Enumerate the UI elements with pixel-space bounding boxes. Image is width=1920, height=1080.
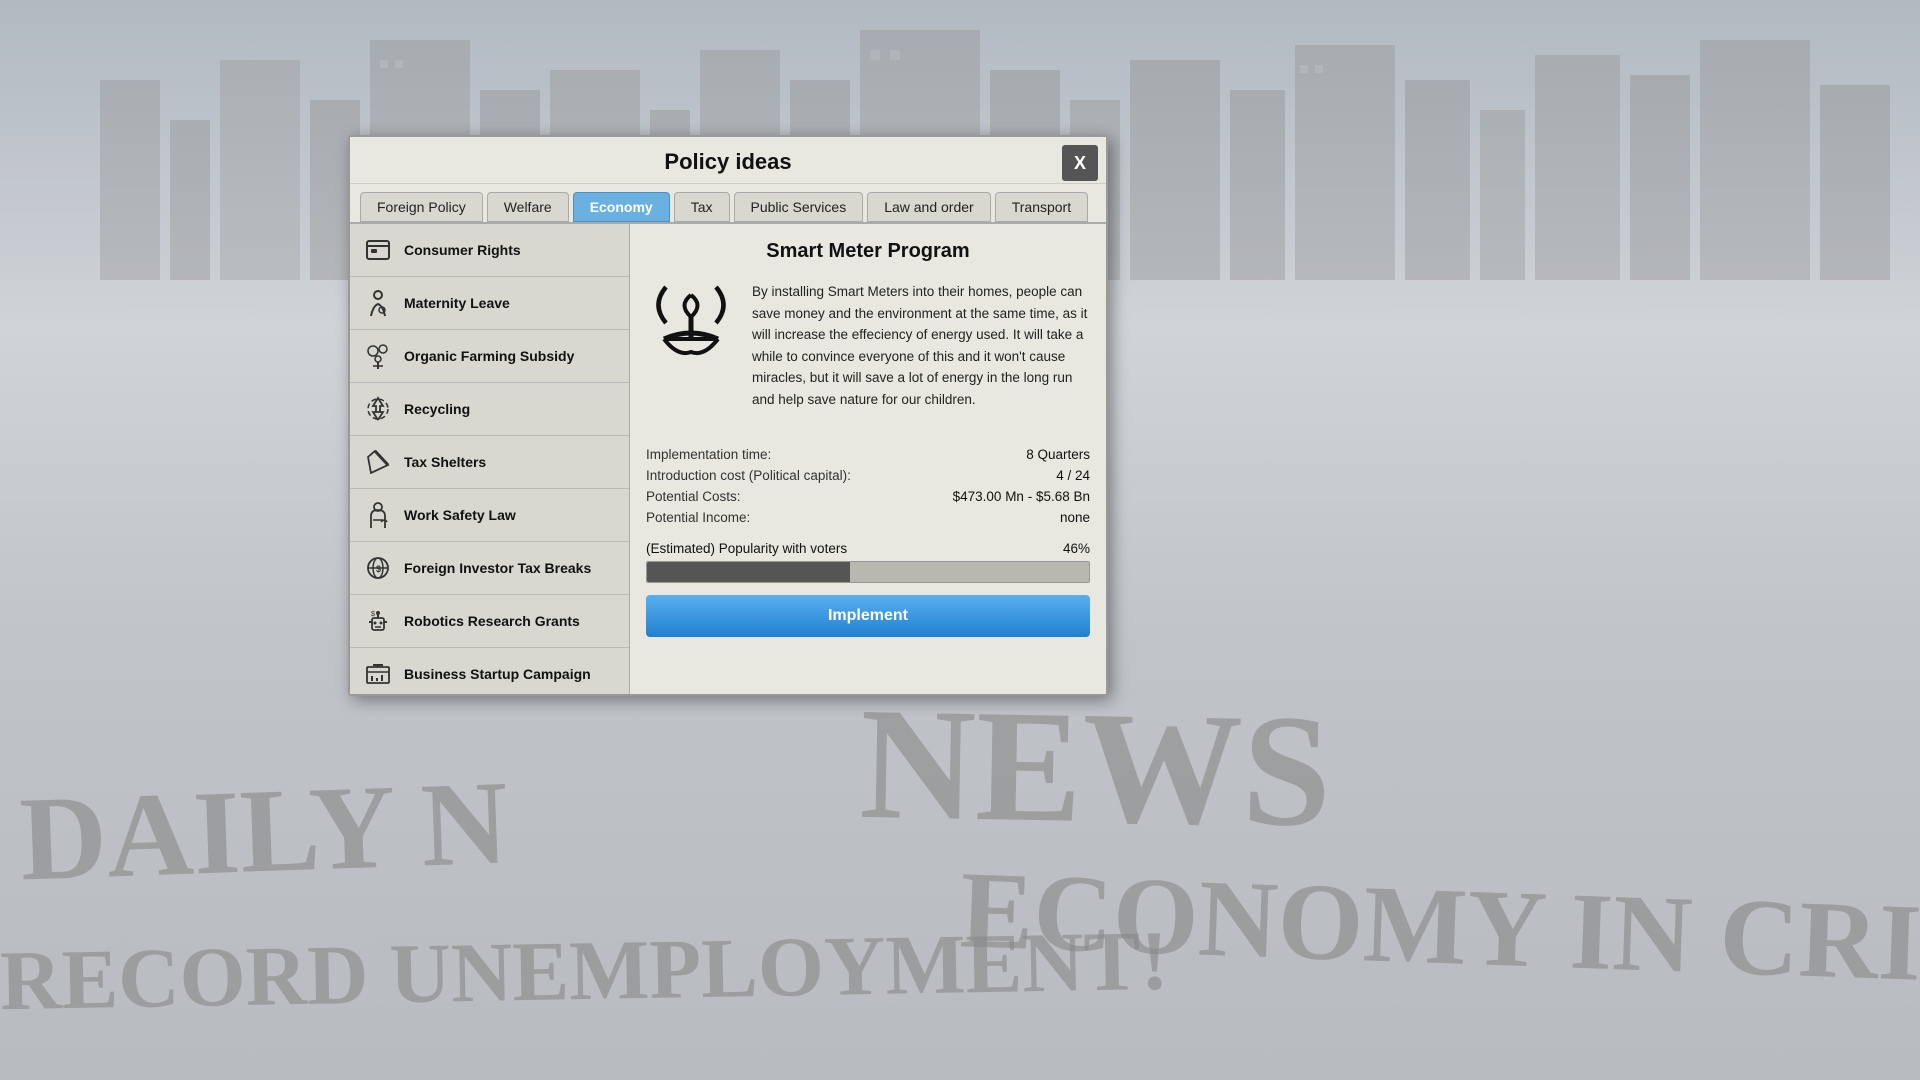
- tab-foreign-policy[interactable]: Foreign Policy: [360, 192, 483, 222]
- foreign-investor-icon: $: [362, 552, 394, 584]
- implement-button[interactable]: Implement: [646, 595, 1090, 637]
- robotics-research-icon: $: [362, 605, 394, 637]
- popularity-label-text: (Estimated) Popularity with voters: [646, 541, 847, 556]
- stat-potential-income: Potential Income: none: [646, 510, 1090, 525]
- popularity-bar-fill: [647, 562, 850, 582]
- foreign-investor-label: Foreign Investor Tax Breaks: [404, 559, 591, 577]
- business-startup-label: Business Startup Campaign: [404, 665, 591, 683]
- stat-implementation-time: Implementation time: 8 Quarters: [646, 447, 1090, 462]
- recycling-label: Recycling: [404, 400, 470, 418]
- policy-item-foreign-investor[interactable]: $ Foreign Investor Tax Breaks: [350, 542, 629, 595]
- policy-item-tax-shelters[interactable]: Tax Shelters: [350, 436, 629, 489]
- policy-item-consumer-rights[interactable]: Consumer Rights: [350, 224, 629, 277]
- dialog-title-bar: Policy ideas X: [350, 137, 1106, 184]
- policy-item-recycling[interactable]: Recycling: [350, 383, 629, 436]
- detail-description: By installing Smart Meters into their ho…: [752, 277, 1090, 411]
- policy-item-work-safety[interactable]: Work Safety Law: [350, 489, 629, 542]
- tab-economy[interactable]: Economy: [573, 192, 670, 222]
- tabs-bar: Foreign Policy Welfare Economy Tax Publi…: [350, 184, 1106, 222]
- consumer-rights-label: Consumer Rights: [404, 241, 521, 259]
- recycling-icon: [362, 393, 394, 425]
- popularity-percent: 46%: [1063, 541, 1090, 556]
- consumer-rights-icon: [362, 234, 394, 266]
- detail-title: Smart Meter Program: [646, 240, 1090, 263]
- popularity-section: (Estimated) Popularity with voters 46%: [646, 541, 1090, 583]
- smart-meter-detail-icon: [646, 277, 736, 367]
- policy-detail-panel: Smart Meter Program: [630, 224, 1106, 694]
- robotics-research-label: Robotics Research Grants: [404, 612, 580, 630]
- tab-transport[interactable]: Transport: [995, 192, 1088, 222]
- maternity-leave-icon: [362, 287, 394, 319]
- organic-farming-label: Organic Farming Subsidy: [404, 347, 574, 365]
- detail-icon-area: [646, 277, 736, 431]
- work-safety-icon: [362, 499, 394, 531]
- business-startup-icon: [362, 658, 394, 690]
- svg-text:$: $: [376, 564, 381, 574]
- stat-potential-costs: Potential Costs: $473.00 Mn - $5.68 Bn: [646, 489, 1090, 504]
- dialog-title: Policy ideas: [664, 149, 791, 175]
- tax-shelters-icon: [362, 446, 394, 478]
- tab-law-and-order[interactable]: Law and order: [867, 192, 991, 222]
- work-safety-label: Work Safety Law: [404, 506, 516, 524]
- maternity-leave-label: Maternity Leave: [404, 294, 510, 312]
- policy-item-robotics-research[interactable]: $ Robotics Research Grants: [350, 595, 629, 648]
- svg-text:$: $: [371, 611, 375, 618]
- dialog-content: Consumer Rights Maternity Leave Organic …: [350, 222, 1106, 694]
- popularity-bar-bg: [646, 561, 1090, 583]
- tab-public-services[interactable]: Public Services: [734, 192, 864, 222]
- detail-stats: Implementation time: 8 Quarters Introduc…: [646, 447, 1090, 525]
- tab-tax[interactable]: Tax: [674, 192, 730, 222]
- policy-list-panel: Consumer Rights Maternity Leave Organic …: [350, 224, 630, 694]
- popularity-label-row: (Estimated) Popularity with voters 46%: [646, 541, 1090, 556]
- policy-item-organic-farming[interactable]: Organic Farming Subsidy: [350, 330, 629, 383]
- policy-dialog: Policy ideas X Foreign Policy Welfare Ec…: [348, 135, 1108, 696]
- tax-shelters-label: Tax Shelters: [404, 453, 486, 471]
- policy-item-maternity-leave[interactable]: Maternity Leave: [350, 277, 629, 330]
- organic-farming-icon: [362, 340, 394, 372]
- tab-welfare[interactable]: Welfare: [487, 192, 569, 222]
- policy-item-business-startup[interactable]: Business Startup Campaign: [350, 648, 629, 694]
- stat-introduction-cost: Introduction cost (Political capital): 4…: [646, 468, 1090, 483]
- close-button[interactable]: X: [1062, 145, 1098, 181]
- policy-list: Consumer Rights Maternity Leave Organic …: [350, 224, 629, 694]
